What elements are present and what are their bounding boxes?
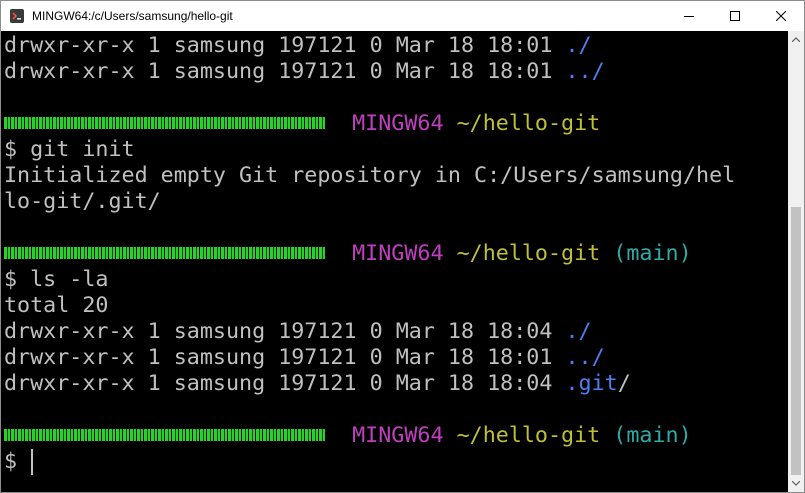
prompt-host: MINGW64 (352, 241, 444, 266)
dir-name: ./ (565, 33, 592, 58)
redacted-username (4, 429, 326, 441)
output-line: drwxr-xr-x 1 samsung 197121 0 Mar 18 18:… (4, 319, 592, 344)
prompt-line: MINGW64 ~/hello-git (main) (4, 423, 692, 449)
text-cursor (31, 449, 33, 475)
output-line: drwxr-xr-x 1 samsung 197121 0 Mar 18 18:… (4, 371, 631, 396)
command-line: $ ls -la (4, 267, 109, 292)
output-line: drwxr-xr-x 1 samsung 197121 0 Mar 18 18:… (4, 59, 605, 84)
prompt-path: ~/hello-git (456, 241, 601, 266)
input-line[interactable]: $ (4, 449, 17, 475)
window-title: MINGW64:/c/Users/samsung/hello-git (32, 9, 233, 23)
prompt-host: MINGW64 (352, 423, 444, 448)
dir-name: ../ (565, 345, 605, 370)
command-line: $ git init (4, 137, 135, 162)
dir-name: ./ (565, 319, 592, 344)
prompt-host: MINGW64 (352, 111, 444, 136)
vertical-scrollbar[interactable] (788, 31, 804, 492)
prompt-branch: (main) (613, 423, 692, 448)
prompt-branch: (main) (613, 241, 692, 266)
output-line: lo-git/.git/ (4, 189, 161, 214)
close-icon (776, 11, 786, 21)
scroll-down-button[interactable] (788, 475, 804, 492)
minimize-button[interactable] (666, 1, 712, 31)
output-line: Initialized empty Git repository in C:/U… (4, 163, 736, 188)
chevron-down-icon (792, 481, 800, 486)
prompt-path: ~/hello-git (456, 423, 601, 448)
minimize-icon (684, 16, 694, 17)
prompt-line: MINGW64 ~/hello-git (main) (4, 241, 692, 267)
title-bar[interactable]: MINGW64:/c/Users/samsung/hello-git (1, 1, 804, 31)
maximize-button[interactable] (712, 1, 758, 31)
terminal-window: MINGW64:/c/Users/samsung/hello-git drwxr… (0, 0, 805, 493)
prompt-path: ~/hello-git (456, 111, 601, 136)
maximize-icon (730, 11, 740, 21)
chevron-up-icon (792, 37, 800, 42)
terminal-output[interactable]: drwxr-xr-x 1 samsung 197121 0 Mar 18 18:… (1, 31, 788, 492)
dir-name: ../ (565, 59, 605, 84)
scroll-thumb[interactable] (791, 207, 801, 475)
close-button[interactable] (758, 1, 804, 31)
prompt-line: MINGW64 ~/hello-git (4, 111, 600, 137)
dir-name: .git (565, 371, 618, 396)
redacted-username (4, 117, 326, 129)
output-line: total 20 (4, 293, 109, 318)
output-line: drwxr-xr-x 1 samsung 197121 0 Mar 18 18:… (4, 345, 605, 370)
mintty-git-icon (10, 9, 24, 23)
redacted-username (4, 247, 326, 259)
prompt-symbol: $ (4, 449, 18, 474)
output-line: drwxr-xr-x 1 samsung 197121 0 Mar 18 18:… (4, 33, 592, 58)
scroll-up-button[interactable] (788, 31, 804, 48)
